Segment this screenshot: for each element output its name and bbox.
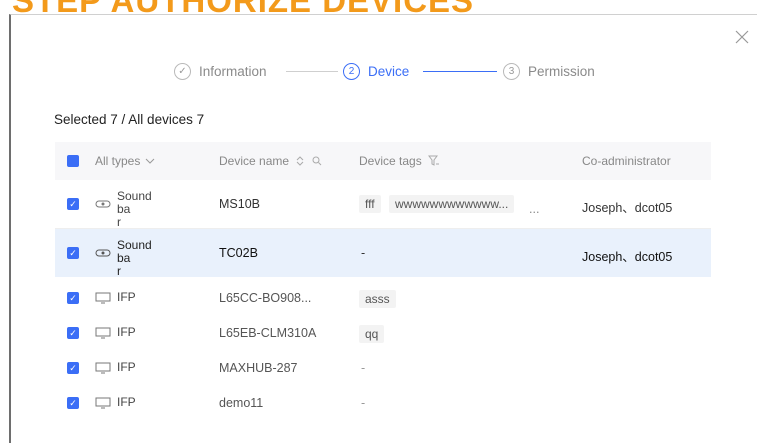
banner-title: STEP AUTHORIZE DEVICES (12, 0, 474, 14)
close-icon[interactable] (735, 30, 749, 44)
page-banner: STEP AUTHORIZE DEVICES (0, 0, 757, 14)
device-name: demo11 (219, 396, 264, 410)
header-coadmin: Co-administrator (582, 154, 671, 168)
check-circle-icon: ✓ (174, 63, 191, 80)
device-name: MAXHUB-287 (219, 361, 298, 375)
device-tag: asss (359, 290, 396, 308)
table-row[interactable]: ✓ Sound ba r MS10B fff wwwwwwwwwwww... ..… (55, 180, 711, 229)
search-icon[interactable] (312, 156, 322, 166)
row-checkbox[interactable]: ✓ (67, 327, 79, 339)
step-device: 2 Device (343, 63, 409, 80)
step-label: Information (199, 64, 267, 79)
empty-tags: - (361, 396, 366, 410)
table-header: All types Device name Device tags Co-adm… (55, 142, 711, 180)
soundbar-icon (95, 249, 111, 257)
select-all-checkbox[interactable] (67, 155, 79, 167)
device-type: Sound ba r (117, 189, 152, 229)
table-row[interactable]: ✓ Sound ba r TC02B - Joseph、dcot05 (55, 229, 711, 278)
empty-tags: - (361, 246, 366, 260)
header-tags: Device tags (359, 154, 422, 168)
authorize-devices-dialog: ✓ Information 2 Device 3 Permission Sele… (9, 14, 757, 443)
type-filter[interactable]: All types (95, 142, 155, 180)
co-administrator: Joseph、dcot05 (582, 201, 673, 215)
row-checkbox[interactable]: ✓ (67, 247, 79, 259)
sort-icon[interactable] (296, 156, 304, 166)
device-name: MS10B (219, 197, 260, 211)
selection-summary: Selected 7 / All devices 7 (54, 112, 205, 127)
step-permission: 3 Permission (503, 63, 595, 80)
step-number: 2 (343, 63, 360, 80)
display-icon (95, 397, 111, 409)
table-row[interactable]: ✓ IFP L65CC-BO908... asss (55, 281, 711, 316)
chevron-down-icon (146, 158, 155, 164)
stepper: ✓ Information 2 Device 3 Permission (11, 61, 757, 85)
step-number: 3 (503, 63, 520, 80)
device-type: IFP (117, 290, 136, 304)
tags-filter[interactable]: Device tags (359, 142, 440, 180)
step-connector (286, 71, 338, 72)
name-sort[interactable]: Device name (219, 142, 322, 180)
step-connector-active (423, 71, 497, 72)
device-table: All types Device name Device tags Co-adm… (55, 142, 711, 421)
soundbar-icon (95, 200, 111, 208)
table-row[interactable]: ✓ IFP L65EB-CLM310A qq (55, 316, 711, 351)
co-administrator: Joseph、dcot05 (582, 250, 673, 264)
row-checkbox[interactable]: ✓ (67, 397, 79, 409)
more-tags[interactable]: ... (529, 202, 539, 216)
table-row[interactable]: ✓ IFP demo11 - (55, 386, 711, 421)
row-checkbox[interactable]: ✓ (67, 362, 79, 374)
step-label: Device (368, 64, 410, 79)
device-name: L65EB-CLM310A (219, 326, 317, 340)
table-row[interactable]: ✓ IFP MAXHUB-287 - (55, 351, 711, 386)
device-tag: wwwwwwwwwwww... (389, 195, 515, 213)
device-type: IFP (117, 325, 136, 339)
row-checkbox[interactable]: ✓ (67, 292, 79, 304)
header-name: Device name (219, 154, 290, 168)
header-type: All types (95, 154, 141, 168)
display-icon (95, 327, 111, 339)
step-label: Permission (528, 64, 595, 79)
device-name: L65CC-BO908... (219, 291, 312, 305)
step-information: ✓ Information (174, 63, 267, 80)
device-type: IFP (117, 360, 136, 374)
device-tag: fff (359, 195, 381, 213)
empty-tags: - (361, 361, 366, 375)
device-name: TC02B (219, 246, 258, 260)
device-type: Sound ba r (117, 238, 152, 278)
display-icon (95, 292, 111, 304)
filter-icon[interactable] (427, 155, 440, 167)
device-tag: qq (359, 325, 385, 343)
row-checkbox[interactable]: ✓ (67, 198, 79, 210)
device-type: IFP (117, 395, 136, 409)
display-icon (95, 362, 111, 374)
